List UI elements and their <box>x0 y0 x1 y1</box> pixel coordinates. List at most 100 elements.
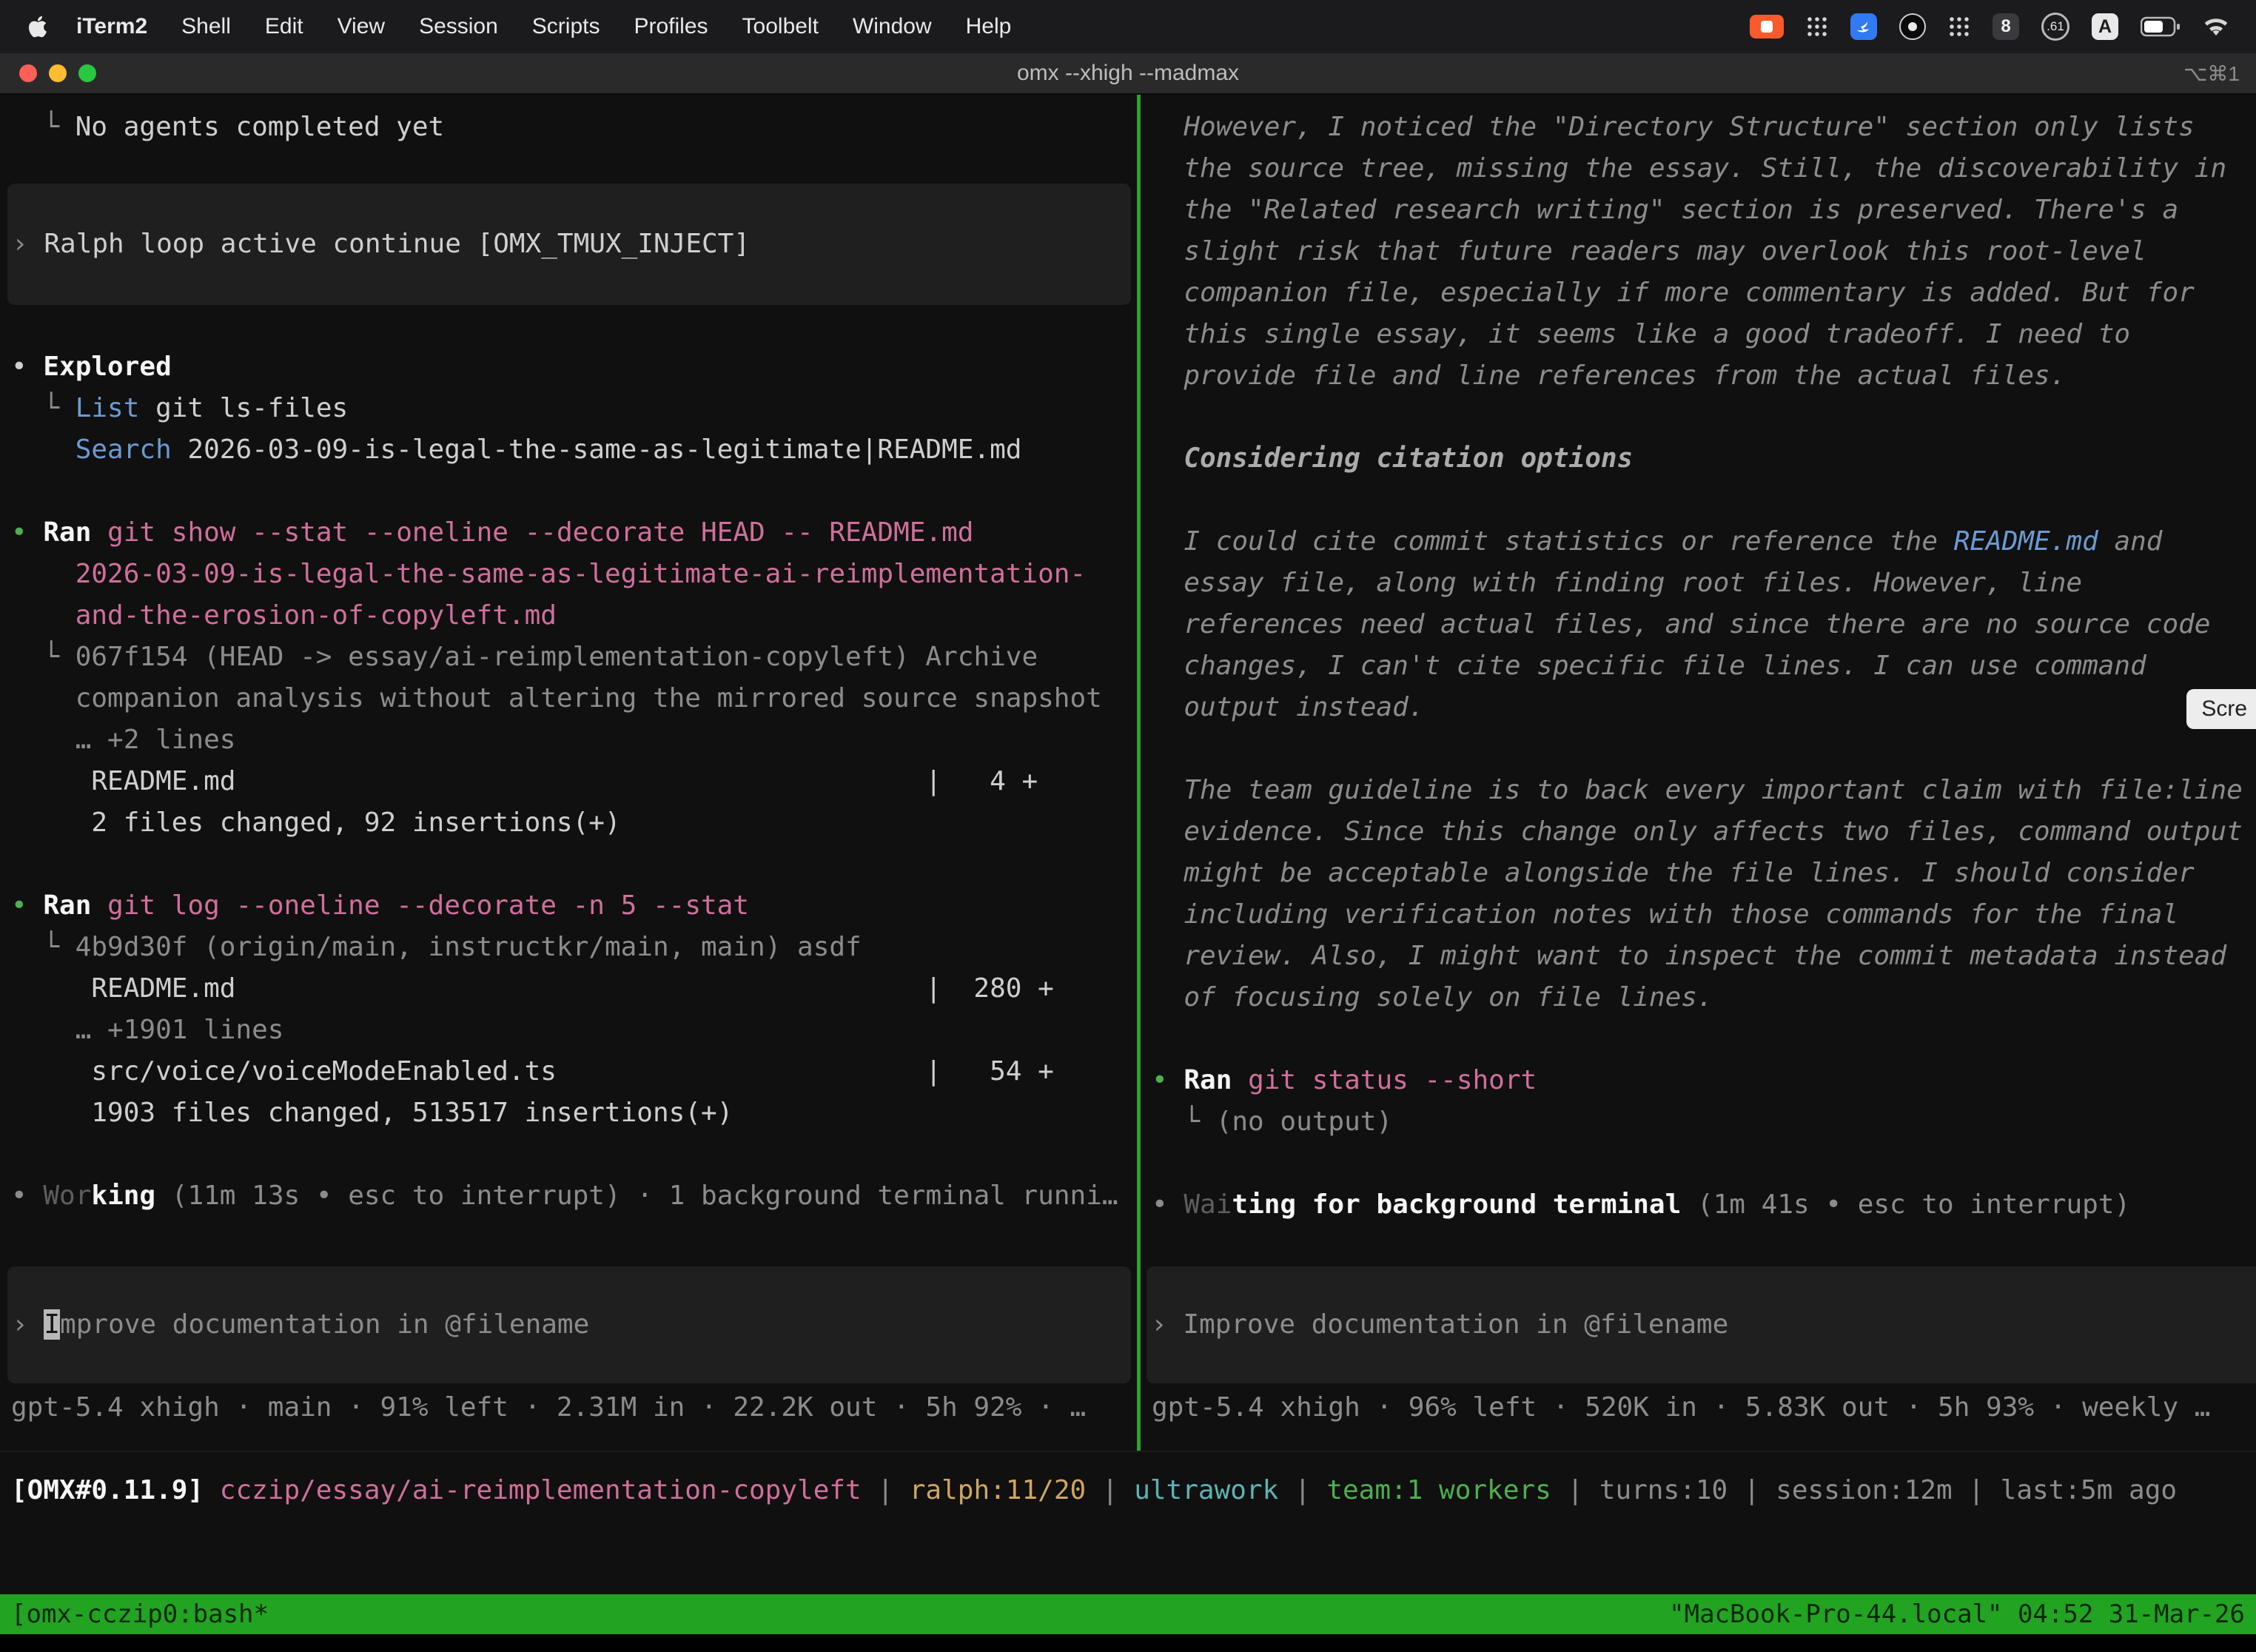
terminal-line: companion analysis without altering the … <box>11 678 1137 719</box>
numpad-app-icon[interactable]: 8 <box>1993 13 2019 40</box>
text-segment: companion file, especially if more comme… <box>1152 278 2195 308</box>
text-segment: git status --short <box>1248 1065 1537 1095</box>
pane-split-divider[interactable] <box>1137 95 1141 1451</box>
menu-item-help[interactable]: Help <box>949 14 1029 39</box>
swift-app-icon[interactable] <box>1850 13 1877 40</box>
text-segment: Ran <box>1184 1065 1232 1095</box>
text-segment: 1903 files changed, 513517 insertions(+) <box>11 1098 733 1128</box>
text-segment: However, I noticed the "Directory Struct… <box>1152 112 2195 142</box>
zoom-window-button[interactable] <box>78 64 96 82</box>
text-segment: └ <box>1152 1107 1216 1137</box>
apple-menu-icon[interactable] <box>27 13 49 40</box>
text-segment: Ran <box>43 517 91 548</box>
terminal-line <box>1152 728 2256 770</box>
terminal-line <box>11 1134 1137 1175</box>
window-title-bar: omx --xhigh --madmax ⌥⌘1 <box>0 53 2256 95</box>
right-model-status: gpt-5.4 xhigh · 96% left · 520K in · 5.8… <box>1152 1387 2210 1428</box>
terminal-pane-left: └ No agents completed yet › Ralph loop a… <box>0 95 1137 1594</box>
left-prompt-input[interactable]: › Improve documentation in @filename <box>7 1266 1131 1383</box>
menu-item-profiles[interactable]: Profiles <box>617 14 725 39</box>
minimize-window-button[interactable] <box>49 64 67 82</box>
text-segment: • <box>1152 1189 1184 1220</box>
text-segment: git show --stat --oneline --decorate HEA… <box>107 517 973 548</box>
menu-item-scripts[interactable]: Scripts <box>515 14 617 39</box>
text-segment: (11m 13s • esc to interrupt) · 1 backgro… <box>172 1181 1118 1211</box>
terminal-line: Considering citation options <box>1152 438 2256 480</box>
text-segment: Wor <box>43 1181 91 1211</box>
terminal-line: └ 4b9d30f (origin/main, instructkr/main,… <box>11 927 1137 968</box>
text-segment: | <box>1278 1475 1326 1505</box>
text-segment: references need actual files, and since … <box>1152 609 2210 639</box>
terminal-line: I could cite commit statistics or refere… <box>1152 521 2256 563</box>
terminal-line: references need actual files, and since … <box>1152 604 2256 645</box>
text-segment: the "Related research writing" section i… <box>1152 195 2178 225</box>
battery-cycle-gauge-icon[interactable]: .61 <box>2041 13 2069 41</box>
text-segment: (1m 41s • esc to interrupt) <box>1697 1189 2130 1220</box>
screen-edge-button[interactable]: Scre <box>2186 689 2256 729</box>
terminal-line: … +1901 lines <box>11 1010 1137 1051</box>
terminal-line: 1903 files changed, 513517 insertions(+) <box>11 1092 1137 1134</box>
terminal-line: 2026-03-09-is-legal-the-same-as-legitima… <box>11 554 1137 595</box>
menu-item-window[interactable]: Window <box>836 14 949 39</box>
text-segment: • <box>11 1181 43 1211</box>
circle-app-icon[interactable] <box>1899 13 1926 40</box>
menu-item-toolbelt[interactable]: Toolbelt <box>725 14 836 39</box>
text-segment: List <box>75 393 140 423</box>
text-segment: | <box>1728 1475 1776 1505</box>
wifi-icon[interactable] <box>2203 16 2229 37</box>
text-segment: mprove documentation in @filename <box>60 1309 589 1340</box>
close-window-button[interactable] <box>19 64 37 82</box>
text-segment: Ran <box>43 890 91 921</box>
text-segment: › <box>12 229 44 259</box>
terminal-line: • Ran git status --short <box>1152 1060 2256 1101</box>
text-segment: this single essay, it seems like a good … <box>1152 319 2130 349</box>
text-segment: Wai <box>1184 1189 1232 1220</box>
terminal-line: └ 067f154 (HEAD -> essay/ai-reimplementa… <box>11 637 1137 678</box>
text-segment: [OMX#0.11.9] <box>11 1475 220 1505</box>
terminal-line: › Improve documentation in @filename <box>12 1304 1131 1346</box>
text-segment: session:12m <box>1776 1475 1952 1505</box>
text-segment <box>1152 443 1184 474</box>
terminal-line: and-the-erosion-of-copyleft.md <box>11 595 1137 637</box>
left-transcript: • Explored └ List git ls-files Search 20… <box>0 346 1137 1217</box>
menu-item-edit[interactable]: Edit <box>248 14 320 39</box>
terminal-line: companion file, especially if more comme… <box>1152 272 2256 314</box>
text-segment: git ls-files <box>139 393 348 423</box>
terminal-line: gpt-5.4 xhigh · 96% left · 520K in · 5.8… <box>1152 1387 2210 1428</box>
text-segment: I could cite commit statistics or refere… <box>1152 526 1954 557</box>
text-segment: … +1901 lines <box>11 1015 283 1045</box>
apps-grid-icon[interactable] <box>1948 16 1970 38</box>
text-segment <box>11 600 75 631</box>
text-segment: including verification notes with those … <box>1152 899 2178 930</box>
text-segment: 2026-03-09-is-legal-the-same-as-legitima… <box>172 434 1022 465</box>
terminal-line <box>11 844 1137 885</box>
right-prompt-input[interactable]: › Improve documentation in @filename <box>1147 1266 2256 1383</box>
text-segment: • <box>1152 1065 1184 1095</box>
text-segment: king <box>91 1181 155 1211</box>
macos-menu-bar: iTerm2 Shell Edit View Session Scripts P… <box>0 0 2256 53</box>
terminal-line: Search 2026-03-09-is-legal-the-same-as-l… <box>11 429 1137 471</box>
menu-item-view[interactable]: View <box>320 14 402 39</box>
text-segment: 2 files changed, 92 insertions(+) <box>11 807 621 838</box>
text-segment: Explored <box>43 352 171 382</box>
screen-recording-indicator-icon[interactable] <box>1750 15 1784 38</box>
menu-item-shell[interactable]: Shell <box>164 14 248 39</box>
text-segment: output instead. <box>1152 692 1424 722</box>
text-segment: of focusing solely on file lines. <box>1152 982 1713 1013</box>
input-source-icon[interactable]: A <box>2092 13 2118 40</box>
menu-item-session[interactable]: Session <box>402 14 515 39</box>
terminal-line: 2 files changed, 92 insertions(+) <box>11 802 1137 844</box>
text-segment: (no output) <box>1216 1107 1392 1137</box>
text-segment: | <box>1953 1475 2001 1505</box>
menu-app-name[interactable]: iTerm2 <box>59 14 164 39</box>
battery-icon[interactable] <box>2141 16 2181 37</box>
keyboard-grid-icon[interactable] <box>1806 16 1828 38</box>
text-segment <box>91 890 107 921</box>
text-segment: companion analysis without altering the … <box>11 683 1102 713</box>
terminal-line: • Explored <box>11 346 1137 388</box>
terminal-content: └ No agents completed yet › Ralph loop a… <box>0 95 2256 1594</box>
window-title: omx --xhigh --madmax <box>1017 61 1239 86</box>
text-segment <box>1681 1189 1697 1220</box>
terminal-line: • Waiting for background terminal (1m 41… <box>1152 1184 2256 1226</box>
text-segment: | <box>862 1475 910 1505</box>
